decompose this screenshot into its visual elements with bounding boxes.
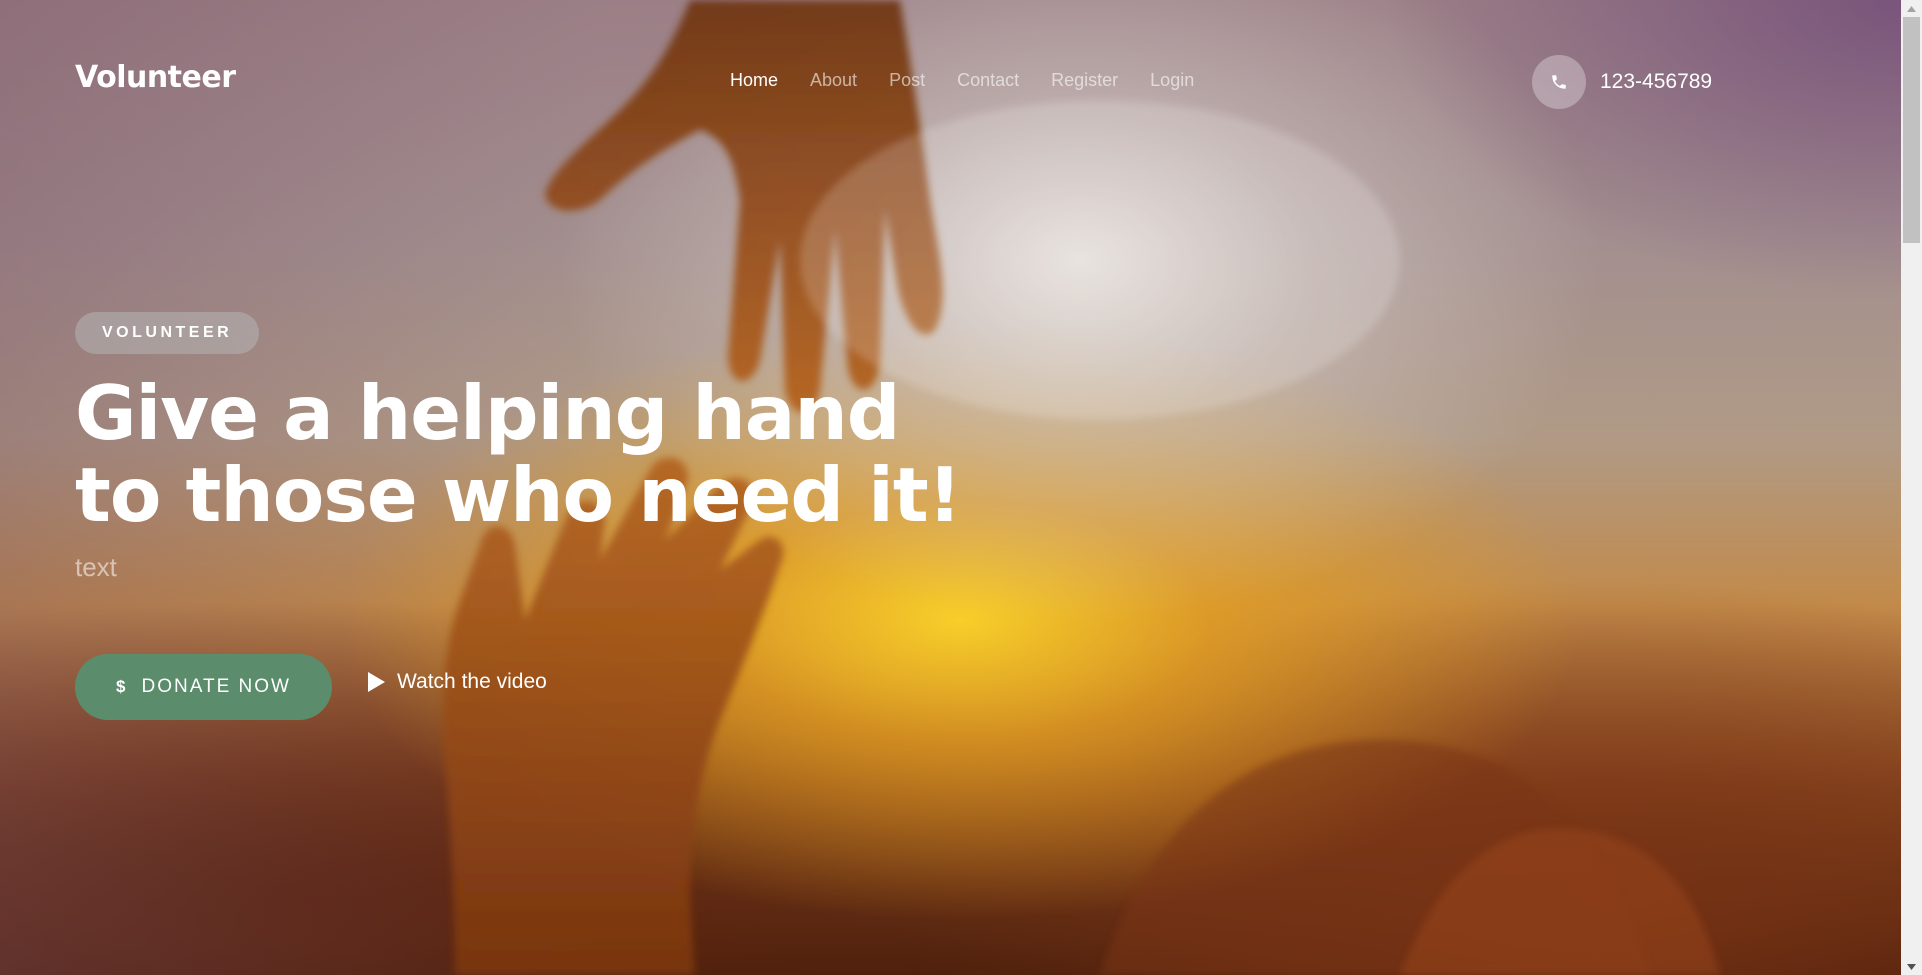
dollar-icon: $	[116, 677, 128, 696]
vertical-scrollbar[interactable]	[1901, 0, 1922, 975]
donate-now-label: DONATE NOW	[141, 676, 291, 697]
nav-item-home[interactable]: Home	[730, 70, 778, 91]
page: Volunteer Home About Post Contact Regist…	[0, 0, 1922, 975]
watch-video-link[interactable]: Watch the video	[368, 670, 547, 694]
hero-headline: Give a helping hand to those who need it…	[75, 372, 975, 536]
play-icon	[368, 672, 385, 692]
nav-item-post[interactable]: Post	[889, 70, 925, 91]
nav-item-login[interactable]: Login	[1150, 70, 1194, 91]
hero-badge: VOLUNTEER	[75, 312, 260, 354]
site-logo[interactable]: Volunteer	[75, 60, 236, 95]
phone-icon	[1532, 55, 1586, 109]
nav-item-register[interactable]: Register	[1051, 70, 1118, 91]
watch-video-label: Watch the video	[397, 670, 547, 693]
donate-now-button[interactable]: $ DONATE NOW	[75, 654, 332, 720]
phone-number[interactable]: 123-456789	[1600, 70, 1712, 94]
main-nav: Home About Post Contact Register Login	[730, 70, 1226, 91]
hero-headline-line-1: Give a helping hand	[75, 369, 900, 457]
site-header: Volunteer Home About Post Contact Regist…	[0, 0, 1901, 160]
phone-contact[interactable]: 123-456789	[1532, 55, 1712, 109]
scrollbar-thumb[interactable]	[1903, 17, 1920, 243]
scroll-up-arrow-icon[interactable]	[1901, 0, 1922, 17]
nav-item-contact[interactable]: Contact	[957, 70, 1019, 91]
scroll-down-arrow-icon[interactable]	[1901, 958, 1922, 975]
hero-headline-line-2: to those who need it!	[75, 451, 962, 539]
hero-subtext: text	[75, 552, 117, 582]
nav-item-about[interactable]: About	[810, 70, 857, 91]
